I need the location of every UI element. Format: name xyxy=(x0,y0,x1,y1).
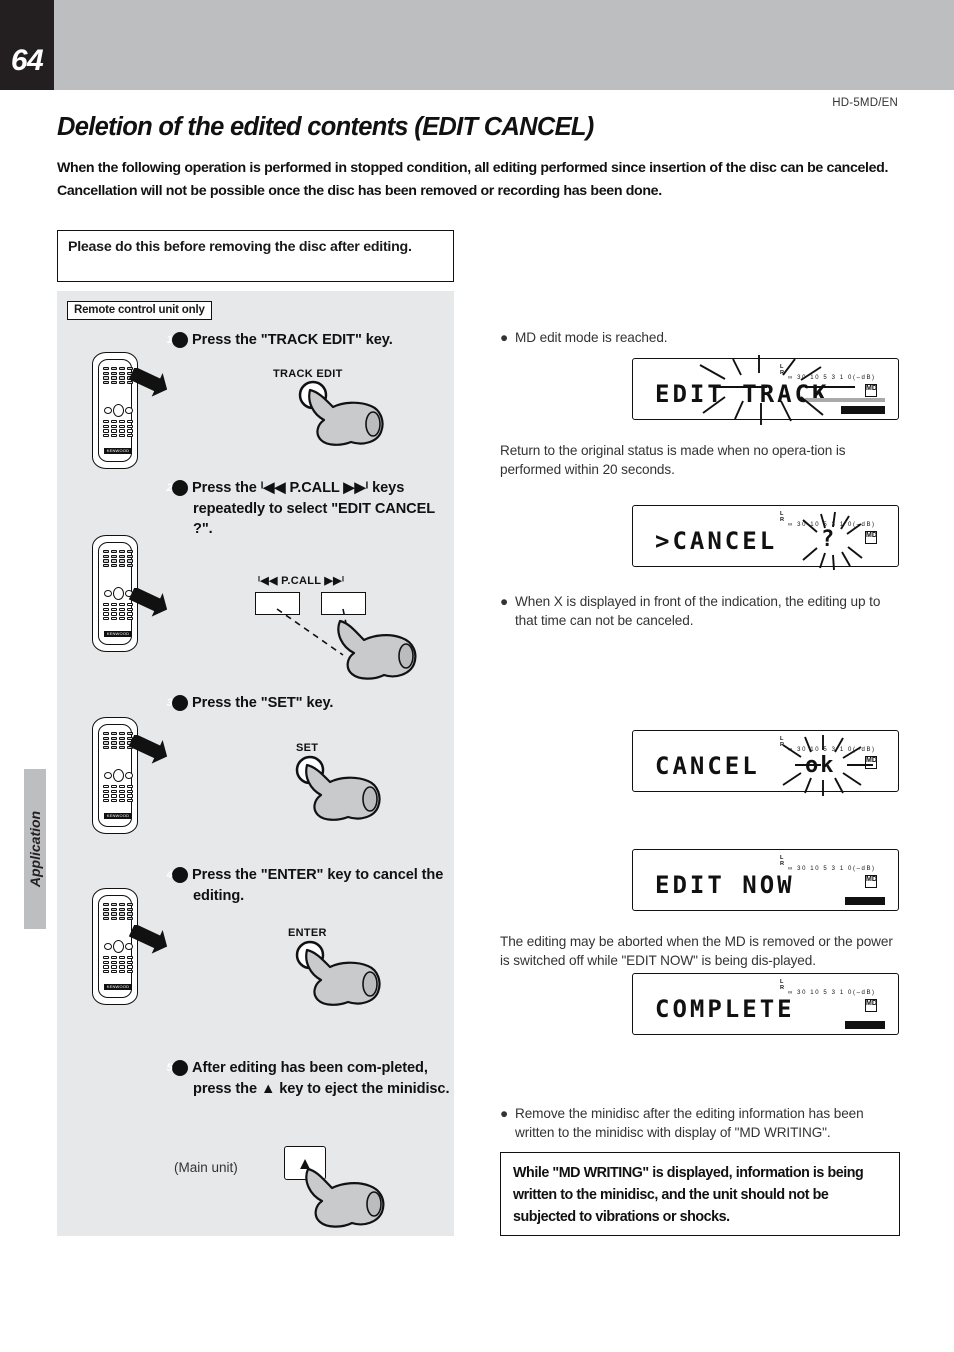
pointer-arrow-icon-2 xyxy=(128,588,168,617)
lcd-bar-black-1 xyxy=(841,406,885,414)
lcd-level-meter-1: LR ∞ 30 10 5 3 1 0(–dB) MD xyxy=(770,364,890,416)
lcd-lr-label-2: LR xyxy=(780,511,785,523)
key-label-pcall: ᴵ◀◀ P.CALL ▶▶ᴵ xyxy=(258,575,345,587)
step-5: 5 After editing has been com-pleted, pres… xyxy=(166,1058,450,1099)
pointer-arrow-icon-3 xyxy=(128,735,168,764)
step-2-text: Press the ᴵ◀◀ P.CALL ▶▶ᴵ keys repeatedly… xyxy=(192,480,435,537)
remote-brand-logo: KENWOOD xyxy=(104,631,132,637)
lcd-meter-scale-5: ∞ 30 10 5 3 1 0(–dB) xyxy=(788,990,876,996)
section-tab-application: Application xyxy=(24,769,46,929)
notice-box: Please do this before removing the disc … xyxy=(57,230,454,282)
lcd-display-complete: COMPLETE LR ∞ 30 10 5 3 1 0(–dB) MD xyxy=(632,973,899,1035)
lcd-display-cancel-ok: CANCEL LR ∞ 30 10 5 3 1 0(–dB) MD ok xyxy=(632,730,899,796)
remote-body: KENWOOD xyxy=(98,895,133,998)
remote-dpad xyxy=(104,769,133,782)
key-label-set: SET xyxy=(296,742,319,754)
pointer-arrow-icon-1 xyxy=(128,368,168,397)
lcd-meter-scale-4: ∞ 30 10 5 3 1 0(–dB) xyxy=(788,866,876,872)
remote-keypad-lower xyxy=(103,420,133,438)
hand-pressing-icon-5 xyxy=(305,1167,385,1228)
lcd-bar-black-5 xyxy=(845,1021,885,1029)
remote-keypad-upper xyxy=(103,550,133,568)
md-indicator-icon-4: MD xyxy=(865,875,877,888)
lcd-bar-gray-1 xyxy=(805,398,885,402)
note-md-edit-mode: ● MD edit mode is reached. xyxy=(500,328,900,347)
hand-pressing-icon-3 xyxy=(295,755,381,821)
remote-keypad-upper xyxy=(103,903,133,921)
lcd-level-meter-5: LR ∞ 30 10 5 3 1 0(–dB) MD xyxy=(770,979,890,1031)
lcd-lr-label-1: LR xyxy=(780,364,785,376)
step-1: 1 Press the "TRACK EDIT" key. xyxy=(166,330,447,351)
main-unit-label: (Main unit) xyxy=(174,1160,238,1175)
lcd-text-cancel-ok: CANCEL xyxy=(655,752,760,780)
remote-dpad xyxy=(104,404,133,417)
note-md-edit-mode-text: MD edit mode is reached. xyxy=(515,330,668,345)
notice-box-text: Please do this before removing the disc … xyxy=(68,239,412,255)
pointer-arrow-icon-4 xyxy=(128,925,168,954)
page-number-block: 64 xyxy=(0,0,54,90)
hand-pressing-icon-1 xyxy=(298,380,384,446)
step-3: 3 Press the "SET" key. xyxy=(166,693,447,714)
md-indicator-icon-1: MD xyxy=(865,384,877,397)
step-number-2: 2 xyxy=(166,480,188,496)
lcd-lr-label-4: LR xyxy=(780,855,785,867)
key-label-track-edit: TRACK EDIT xyxy=(273,368,343,380)
note-x-displayed: ● When X is displayed in front of the in… xyxy=(500,592,900,630)
lcd-display-edit-track: EDIT TRACK LR ∞ 30 10 5 3 1 0(–dB) MD xyxy=(632,355,899,425)
lcd-lr-label-3: LR xyxy=(780,736,785,748)
lcd-text-cancel-query: >CANCEL xyxy=(655,527,778,555)
step-number-1: 1 xyxy=(166,332,188,348)
lcd-blink-glyph-question: ? xyxy=(821,527,835,552)
step-number-4: 4 xyxy=(166,867,188,883)
key-label-enter: ENTER xyxy=(288,927,327,939)
md-indicator-icon-5: MD xyxy=(865,999,877,1012)
lcd-meter-scale-1: ∞ 30 10 5 3 1 0(–dB) xyxy=(788,375,876,381)
remote-keypad-lower xyxy=(103,785,133,803)
lcd-level-meter-4: LR ∞ 30 10 5 3 1 0(–dB) MD xyxy=(770,855,890,907)
intro-paragraph: When the following operation is performe… xyxy=(57,160,889,199)
note-remove-minidisc-text: Remove the minidisc after the editing in… xyxy=(515,1106,864,1140)
bullet-icon: ● xyxy=(500,1106,509,1121)
bullet-icon: ● xyxy=(500,594,509,609)
lcd-bar-black-4 xyxy=(845,897,885,905)
lcd-display-edit-now: EDIT NOW LR ∞ 30 10 5 3 1 0(–dB) MD xyxy=(632,849,899,911)
remote-control-only-tag: Remote control unit only xyxy=(67,301,212,320)
step-5-text: After editing has been com-pleted, press… xyxy=(192,1060,450,1097)
model-code: HD-5MD/EN xyxy=(832,97,898,109)
hand-pressing-icon-2 xyxy=(337,619,417,680)
warning-box-text: While "MD WRITING" is displayed, informa… xyxy=(513,1165,864,1225)
lcd-lr-label-5: LR xyxy=(780,979,785,991)
remote-body: KENWOOD xyxy=(98,724,133,827)
section-tab-label: Application xyxy=(27,810,43,888)
note-x-displayed-text: When X is displayed in front of the indi… xyxy=(515,594,881,628)
warning-box: While "MD WRITING" is displayed, informa… xyxy=(500,1152,900,1236)
step-3-text: Press the "SET" key. xyxy=(192,695,334,711)
page-title: Deletion of the edited contents (EDIT CA… xyxy=(57,113,594,141)
step-number-5: 5 xyxy=(166,1060,188,1076)
header-band xyxy=(0,0,954,90)
remote-body: KENWOOD xyxy=(98,542,133,645)
remote-brand-logo: KENWOOD xyxy=(104,448,132,454)
note-editing-aborted: The editing may be aborted when the MD i… xyxy=(500,934,893,968)
step-4-text: Press the "ENTER" key to cancel the edit… xyxy=(192,867,444,904)
md-indicator-icon-3: MD xyxy=(865,756,877,769)
bullet-icon: ● xyxy=(500,330,509,345)
remote-body: KENWOOD xyxy=(98,359,133,462)
page-number: 64 xyxy=(10,44,44,77)
hand-pressing-icon-4 xyxy=(295,940,381,1006)
step-4: 4 Press the "ENTER" key to cancel the edi… xyxy=(166,865,450,906)
md-indicator-icon-2: MD xyxy=(865,531,877,544)
remote-brand-logo: KENWOOD xyxy=(104,984,132,990)
lcd-blink-glyph-ok: ok xyxy=(805,753,836,778)
step-2: 2 Press the ᴵ◀◀ P.CALL ▶▶ᴵ keys repeatedl… xyxy=(166,478,450,540)
lcd-display-cancel-query: >CANCEL LR ∞ 30 10 5 3 1 0(–dB) MD ? xyxy=(632,505,899,571)
note-return-original-status: Return to the original status is made wh… xyxy=(500,443,846,477)
remote-brand-logo: KENWOOD xyxy=(104,813,132,819)
note-remove-minidisc: ● Remove the minidisc after the editing … xyxy=(500,1104,904,1142)
step-1-text: Press the "TRACK EDIT" key. xyxy=(192,332,393,348)
step-number-3: 3 xyxy=(166,695,188,711)
